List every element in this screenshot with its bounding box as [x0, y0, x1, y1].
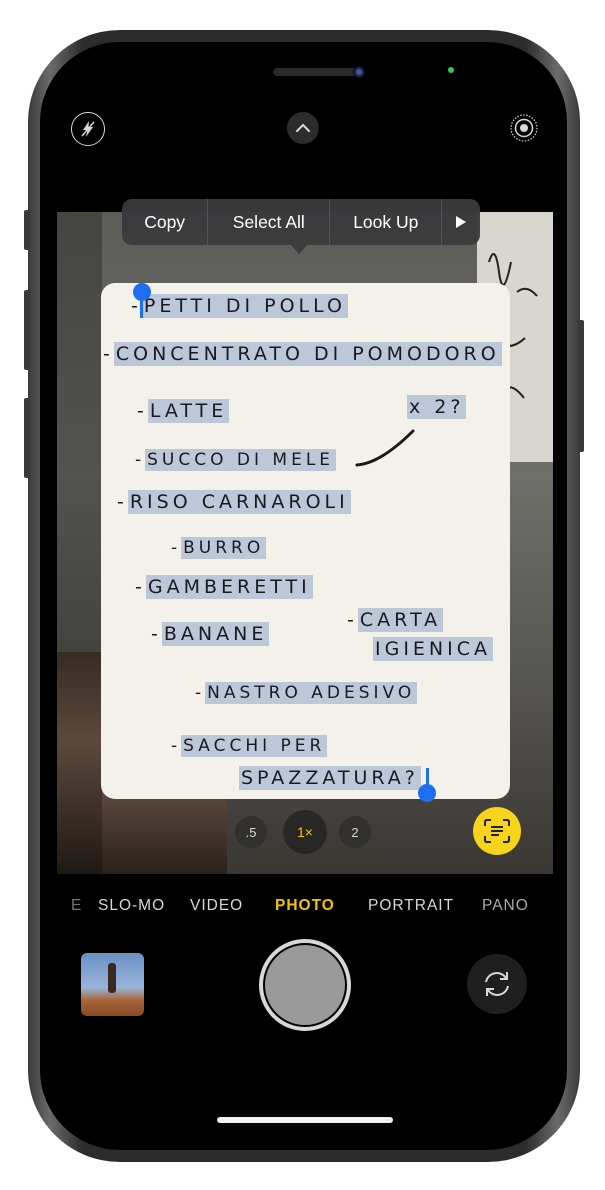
- line-text[interactable]: BURRO: [181, 537, 267, 559]
- camera-mode-selector[interactable]: E SLO-MO VIDEO PHOTO PORTRAIT PANO: [40, 897, 567, 921]
- zoom-option-1x[interactable]: 1×: [283, 810, 327, 854]
- pen-stroke-curve: [355, 429, 415, 467]
- note-line[interactable]: IGIENICA: [373, 637, 494, 661]
- live-text-scan-icon: [484, 819, 510, 843]
- menu-pointer: [290, 244, 308, 254]
- copy-menu-item[interactable]: Copy: [122, 199, 209, 245]
- note-line[interactable]: - GAMBERETTI: [135, 575, 313, 599]
- live-photo-icon[interactable]: [508, 112, 540, 144]
- mute-switch: [24, 210, 30, 250]
- camera-flip-icon: [485, 972, 509, 996]
- line-text[interactable]: BANANE: [161, 622, 270, 646]
- note-line[interactable]: SPAZZATURA?: [239, 766, 421, 790]
- volume-down-button: [24, 398, 30, 478]
- dash: -: [347, 609, 358, 631]
- line-text[interactable]: SUCCO DI MELE: [145, 449, 337, 471]
- dash: -: [117, 491, 128, 513]
- line-text[interactable]: CONCENTRATO DI POMODORO: [113, 342, 502, 366]
- last-photo-thumbnail[interactable]: [81, 953, 144, 1016]
- side-button: [578, 320, 584, 452]
- line-text[interactable]: x 2?: [407, 395, 467, 419]
- dash: -: [135, 576, 146, 598]
- note-line[interactable]: - PETTI DI POLLO: [131, 294, 348, 318]
- zoom-option-0.5[interactable]: .5: [235, 816, 267, 848]
- mode-photo[interactable]: PHOTO: [275, 897, 335, 915]
- shutter-button[interactable]: [265, 945, 345, 1025]
- dash: -: [171, 736, 182, 756]
- note-line[interactable]: x 2?: [407, 395, 467, 419]
- speaker-grille: [273, 68, 361, 76]
- note-line[interactable]: - BANANE: [151, 622, 270, 646]
- line-text[interactable]: NASTRO ADESIVO: [205, 682, 418, 704]
- select-all-menu-item[interactable]: Select All: [208, 199, 331, 245]
- front-camera: [353, 66, 365, 78]
- dash: -: [171, 538, 182, 558]
- mode-pano[interactable]: PANO: [482, 897, 529, 915]
- camera-screen: - PETTI DI POLLO - CONCENTRATO DI POMODORO…: [40, 42, 567, 1150]
- live-text-button[interactable]: [473, 807, 521, 855]
- line-text[interactable]: SPAZZATURA?: [239, 766, 421, 790]
- camera-in-use-indicator: [448, 67, 454, 73]
- dash: -: [195, 683, 206, 703]
- line-text[interactable]: SACCHI PER: [181, 735, 328, 757]
- line-text[interactable]: IGIENICA: [373, 637, 494, 661]
- note-line[interactable]: - BURRO: [171, 537, 267, 559]
- note-line[interactable]: - CONCENTRATO DI POMODORO: [103, 342, 502, 366]
- dash: -: [137, 400, 148, 422]
- line-text[interactable]: PETTI DI POLLO: [141, 294, 348, 318]
- play-triangle-icon: [456, 216, 467, 228]
- text-selection-menu: Copy Select All Look Up: [122, 199, 480, 245]
- zoom-option-2[interactable]: 2: [339, 816, 371, 848]
- background-shadow: [57, 212, 102, 874]
- note-line[interactable]: - LATTE: [137, 399, 230, 423]
- line-text[interactable]: GAMBERETTI: [145, 575, 313, 599]
- mode-video[interactable]: VIDEO: [190, 897, 243, 915]
- note-line[interactable]: - RISO CARNAROLI: [117, 490, 351, 514]
- dash: -: [103, 343, 114, 365]
- note-line[interactable]: - NASTRO ADESIVO: [195, 682, 418, 704]
- home-indicator[interactable]: [217, 1117, 393, 1123]
- chevron-up-icon[interactable]: [287, 112, 319, 144]
- mode-portrait[interactable]: PORTRAIT: [368, 897, 454, 915]
- line-text[interactable]: LATTE: [147, 399, 230, 423]
- camera-flip-button[interactable]: [467, 954, 527, 1014]
- note-line[interactable]: - SACCHI PER: [171, 735, 328, 757]
- shopping-list-paper: - PETTI DI POLLO - CONCENTRATO DI POMODORO…: [101, 283, 510, 799]
- thumbnail-figure: [108, 963, 116, 993]
- note-line[interactable]: - CARTA: [347, 608, 444, 632]
- selection-start-caret: [140, 298, 143, 318]
- look-up-menu-item[interactable]: Look Up: [330, 199, 443, 245]
- flash-off-icon[interactable]: [71, 112, 105, 146]
- line-text[interactable]: RISO CARNAROLI: [127, 490, 351, 514]
- mode-slo-mo[interactable]: SLO-MO: [98, 897, 165, 915]
- more-menu-item[interactable]: [442, 199, 480, 245]
- dash: -: [135, 450, 146, 470]
- line-text[interactable]: CARTA: [357, 608, 444, 632]
- dash: -: [151, 623, 162, 645]
- selection-end-handle[interactable]: [418, 784, 436, 802]
- volume-up-button: [24, 290, 30, 370]
- mode-time-lapse[interactable]: E: [71, 897, 82, 915]
- note-line[interactable]: - SUCCO DI MELE: [135, 449, 337, 471]
